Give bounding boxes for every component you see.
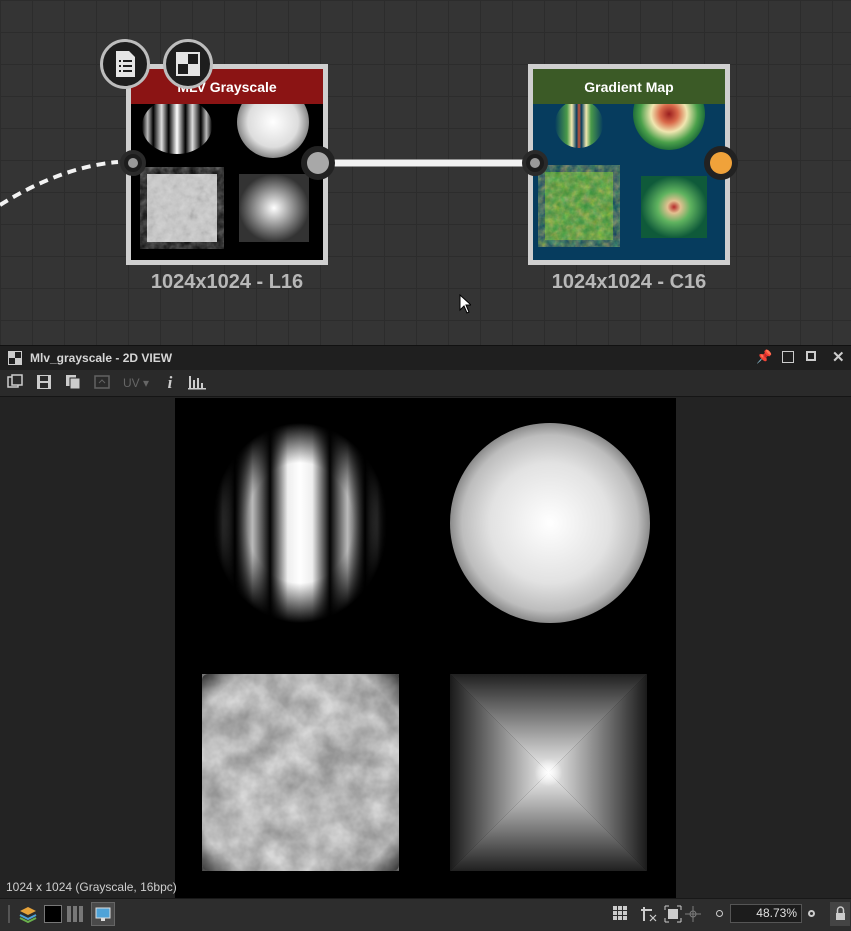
document-icon[interactable] xyxy=(100,39,150,89)
sphere-pattern xyxy=(450,423,650,623)
fit-icon[interactable] xyxy=(664,905,682,923)
texture-preview xyxy=(175,398,676,898)
zoom-out-icon[interactable] xyxy=(716,910,723,917)
panel-title: Mlv_grayscale - 2D VIEW xyxy=(30,351,172,365)
pin-icon[interactable]: 📌 xyxy=(756,349,772,365)
image-info: 1024 x 1024 (Grayscale, 16bpc) xyxy=(6,880,177,894)
pan-icon[interactable] xyxy=(684,905,702,923)
pyramid-pattern xyxy=(450,674,647,871)
output-port[interactable] xyxy=(704,146,738,180)
close-icon[interactable]: ✕ xyxy=(832,348,845,366)
incoming-connection xyxy=(0,162,118,205)
layers-icon[interactable] xyxy=(18,905,36,923)
copy-icon[interactable] xyxy=(64,374,82,392)
node-title: MLV Grayscale xyxy=(131,69,323,104)
export-icon[interactable] xyxy=(6,374,24,392)
uv-dropdown[interactable]: UV ▾ xyxy=(121,374,151,392)
cursor-icon xyxy=(459,294,471,314)
save-icon[interactable] xyxy=(35,374,53,392)
tile-icon[interactable] xyxy=(640,905,658,923)
node-mlv-grayscale[interactable]: MLV Grayscale xyxy=(126,64,328,265)
node-thumbnail xyxy=(131,104,323,260)
maximize-icon[interactable] xyxy=(806,351,816,361)
node-resolution: 1024x1024 - C16 xyxy=(528,271,730,294)
background-color-swatch[interactable] xyxy=(44,905,62,923)
output-port[interactable] xyxy=(301,146,335,180)
noise-pattern xyxy=(202,674,399,871)
bottom-toolbar: 48.73% xyxy=(0,898,851,930)
view-toolbar: UV ▾ i xyxy=(0,370,851,396)
node-resolution: 1024x1024 - L16 xyxy=(126,271,328,294)
refresh-icon[interactable] xyxy=(93,374,111,392)
image-viewer[interactable]: 1024 x 1024 (Grayscale, 16bpc) xyxy=(0,396,851,899)
histogram-icon[interactable] xyxy=(188,374,206,392)
input-port[interactable] xyxy=(522,150,548,176)
zoom-in-icon[interactable] xyxy=(808,910,815,917)
display-mode-icon[interactable] xyxy=(91,902,115,926)
uv-label: UV xyxy=(123,376,140,390)
panel-title-bar: Mlv_grayscale - 2D VIEW 📌 ✕ xyxy=(0,345,851,370)
channels-icon[interactable] xyxy=(66,905,84,923)
grip-handle[interactable] xyxy=(8,905,10,923)
zoom-input[interactable]: 48.73% xyxy=(730,904,802,923)
checker-icon[interactable] xyxy=(163,39,213,89)
stripes-pattern xyxy=(212,423,388,623)
info-icon[interactable]: i xyxy=(161,374,179,392)
node-graph[interactable]: MLV Grayscale xyxy=(0,0,851,345)
node-title: Gradient Map xyxy=(533,69,725,104)
input-port[interactable] xyxy=(120,150,146,176)
lock-icon[interactable] xyxy=(830,902,850,926)
grid-icon[interactable] xyxy=(612,905,630,923)
node-thumbnail xyxy=(533,104,725,260)
node-gradient-map[interactable]: Gradient Map xyxy=(528,64,730,265)
checker-icon xyxy=(8,351,22,365)
float-icon[interactable] xyxy=(782,351,794,363)
